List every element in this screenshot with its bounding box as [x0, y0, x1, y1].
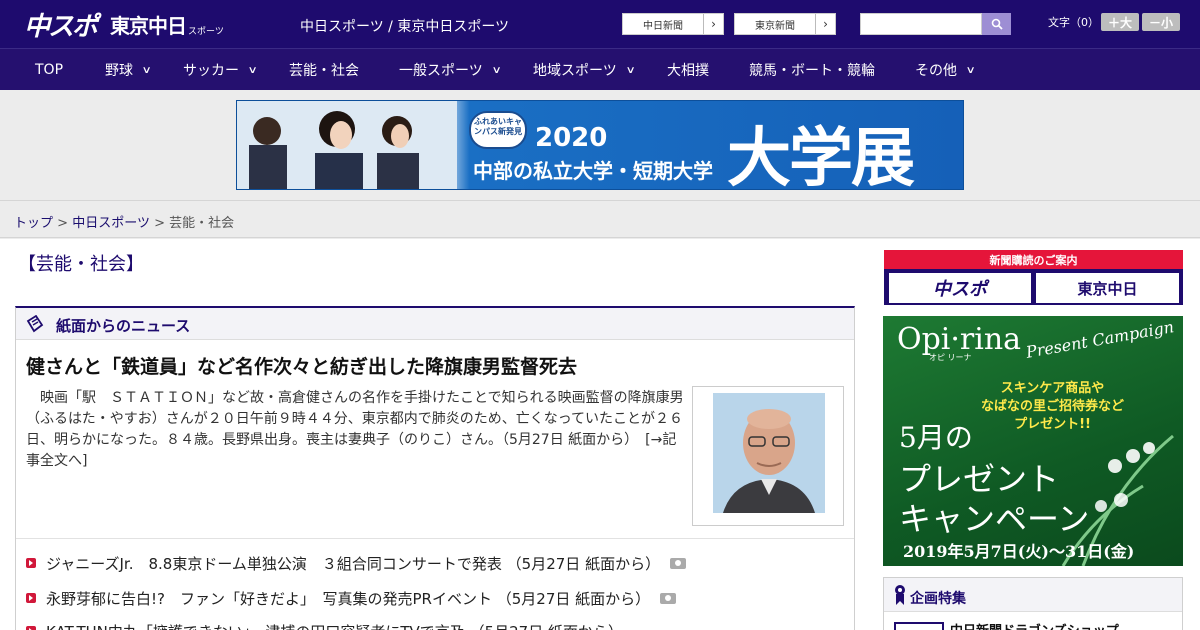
top-header: 中スポ 東京中日 スポーツ 中日スポーツ / 東京中日スポーツ 中日新聞 › 東…: [0, 0, 1200, 48]
search-button[interactable]: [982, 13, 1011, 35]
portrait-photo: [713, 393, 825, 513]
site-title[interactable]: 中日スポーツ / 東京中日スポーツ: [300, 16, 509, 36]
chevron-down-icon: ∨: [625, 64, 636, 76]
campus-badge: ふれあいキャンパス新発見: [469, 111, 527, 149]
nav-item-racing[interactable]: 競馬・ボート・競輪: [749, 49, 875, 91]
nav-item-local-sports[interactable]: 地域スポーツ ∨: [533, 49, 636, 91]
tokyo-shimbun-link[interactable]: 東京新聞 ›: [734, 13, 836, 35]
chunichi-shimbun-link[interactable]: 中日新聞 ›: [622, 13, 724, 35]
bullet-arrow-icon: [26, 593, 36, 603]
promo-callout: スキンケア商品や なばなの里ご招待券など プレゼント!!: [981, 381, 1125, 432]
news-list-item[interactable]: ジャニーズJr. 8.8東京ドーム単独公演 ３組合同コンサートで発表 （5月27…: [26, 552, 687, 574]
promo-dates: 2019年5月7日(火)〜31日(金): [903, 542, 1135, 561]
breadcrumb-current: 芸能・社会: [169, 216, 235, 231]
camera-icon: [660, 592, 677, 604]
breadcrumb-top[interactable]: トップ: [14, 216, 53, 231]
search-icon: [991, 18, 1003, 30]
feature-item-thumbnail[interactable]: [894, 622, 944, 630]
subscription-box: 新聞購読のご案内 中スポ 東京中日: [884, 250, 1183, 305]
newspaper-icon: [26, 315, 44, 333]
subscribe-chuspo-button[interactable]: 中スポ: [889, 273, 1031, 303]
feature-box: 企画特集 中日新聞ドラゴンズショップ: [883, 577, 1183, 630]
chevron-down-icon: ∨: [491, 64, 502, 76]
ribbon-icon: [895, 585, 905, 605]
font-smaller-button[interactable]: －小: [1142, 13, 1180, 31]
logo-tokyo-chunichi: 東京中日: [110, 13, 187, 38]
font-bigger-button[interactable]: ＋大: [1101, 13, 1139, 31]
present-campaign-ad[interactable]: Opi·rina オピ リーナ Present Campaign スキンケア商品…: [883, 316, 1183, 566]
subscribe-tokyo-chunichi-button[interactable]: 東京中日: [1036, 273, 1179, 303]
breadcrumb-bar: トップ > 中日スポーツ > 芸能・社会: [0, 200, 1200, 238]
page-title: 【芸能・社会】: [18, 254, 144, 275]
site-logo[interactable]: 中スポ 東京中日 スポーツ: [24, 8, 224, 42]
chevron-right-icon: ›: [703, 14, 723, 34]
logo-chuspo: 中スポ: [24, 11, 98, 42]
chevron-down-icon: ∨: [247, 64, 258, 76]
bullet-arrow-icon: [26, 558, 36, 568]
print-news-box: 紙面からのニュース 健さんと「鉄道員」など名作次々と紡ぎ出した降旗康男監督死去 …: [15, 306, 855, 630]
promo-brand-kana: オピ リーナ: [929, 353, 972, 362]
font-size-label: 文字（0）: [1048, 16, 1099, 29]
search-input[interactable]: [860, 13, 982, 35]
banner-year: 2020: [535, 123, 608, 153]
news-box-header: 紙面からのニュース: [16, 308, 854, 340]
main-nav: TOP 野球 ∨ サッカー ∨ 芸能・社会 一般スポーツ ∨ 地域スポーツ ∨ …: [0, 48, 1200, 90]
breadcrumb: トップ > 中日スポーツ > 芸能・社会: [14, 216, 235, 231]
breadcrumb-chunichi-sports[interactable]: 中日スポーツ: [72, 216, 150, 231]
chevron-down-icon: ∨: [965, 64, 976, 76]
nav-item-entertainment[interactable]: 芸能・社会: [289, 49, 359, 91]
nav-item-other[interactable]: その他 ∨: [915, 49, 976, 91]
subscription-title: 新聞購読のご案内: [884, 250, 1183, 269]
banner-subtitle: 中部の私立大学・短期大学: [473, 159, 713, 183]
bullet-arrow-icon: [26, 626, 36, 630]
chevron-right-icon: ›: [815, 14, 835, 34]
article-summary[interactable]: 映画「駅 ＳＴＡＴＩＯＮ」など故・高倉健さんの名作を手掛けたことで知られる映画監…: [26, 388, 686, 472]
nav-item-general-sports[interactable]: 一般スポーツ ∨: [399, 49, 502, 91]
news-box-label: 紙面からのニュース: [56, 317, 191, 335]
feature-item-title[interactable]: 中日新聞ドラゴンズショップ: [950, 620, 1119, 630]
nav-item-top[interactable]: TOP: [35, 49, 63, 91]
nav-item-sumo[interactable]: 大相撲: [667, 49, 709, 91]
promo-line1: 5月の: [899, 421, 973, 454]
feature-box-header: 企画特集: [884, 578, 1182, 612]
nav-item-baseball[interactable]: 野球 ∨: [105, 49, 152, 91]
article-photo[interactable]: [692, 386, 844, 526]
logo-sports: スポーツ: [188, 26, 224, 37]
banner-headline: 大学展: [727, 122, 915, 190]
feature-box-label: 企画特集: [910, 591, 966, 607]
news-list-item[interactable]: 永野芽郁に告白!? ファン「好きだよ」 写真集の発売PRイベント （5月27日 …: [26, 587, 677, 609]
chevron-down-icon: ∨: [141, 64, 152, 76]
nav-item-soccer[interactable]: サッカー ∨: [183, 49, 258, 91]
promo-line3: キャンペーン: [899, 500, 1090, 538]
article-headline[interactable]: 健さんと「鉄道員」など名作次々と紡ぎ出した降旗康男監督死去: [26, 352, 577, 379]
camera-icon: [670, 557, 687, 569]
news-list-item[interactable]: KAT-TUN中丸「擁護できない」 逮捕の田口容疑者にTVで言及 （5月27日 …: [26, 620, 623, 630]
university-fair-banner[interactable]: ふれあいキャンパス新発見 2020 中部の私立大学・短期大学 大学展: [236, 100, 964, 190]
students-illustration: [237, 101, 457, 189]
divider: [16, 538, 854, 539]
